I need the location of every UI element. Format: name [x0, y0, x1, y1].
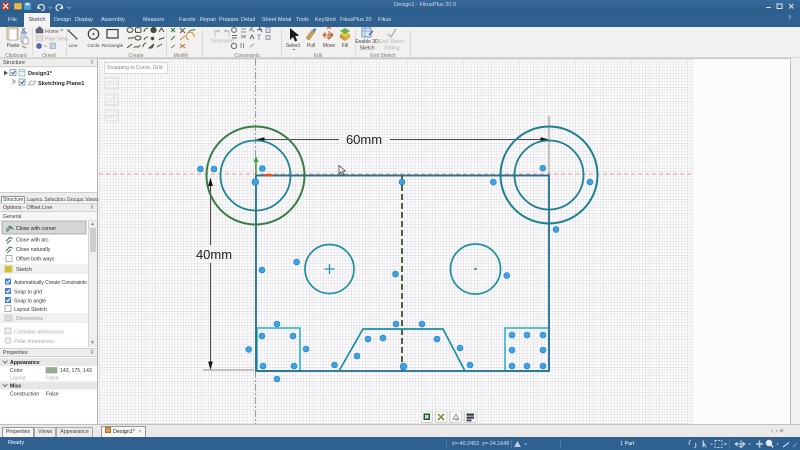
- svg-text:Design1*: Design1*: [28, 71, 53, 77]
- svg-text:Close naturally: Close naturally: [16, 247, 51, 253]
- svg-text:Pull: Pull: [307, 43, 315, 49]
- svg-text:Misc: Misc: [10, 384, 22, 390]
- svg-text:End Sketch: End Sketch: [379, 39, 405, 45]
- svg-text:Polar dimensions: Polar dimensions: [14, 339, 54, 345]
- svg-text:Home: Home: [45, 29, 59, 35]
- svg-text:Editing: Editing: [384, 46, 400, 52]
- svg-text:Plan View: Plan View: [45, 37, 68, 43]
- svg-text:Layout Sketch: Layout Sketch: [14, 307, 47, 313]
- svg-text:Dimensions: Dimensions: [16, 316, 44, 322]
- svg-text:Sketch: Sketch: [359, 46, 375, 52]
- svg-text:Circle: Circle: [87, 43, 100, 49]
- svg-text:Paste: Paste: [7, 43, 20, 49]
- svg-text:Color: Color: [10, 368, 23, 374]
- svg-text:Sketch: Sketch: [16, 267, 32, 273]
- svg-text:143, 175, 143: 143, 175, 143: [60, 368, 92, 374]
- svg-text:Cartesian dimensions: Cartesian dimensions: [14, 329, 64, 335]
- svg-text:Offset both ways: Offset both ways: [16, 257, 55, 263]
- svg-text:60mm: 60mm: [346, 132, 382, 147]
- svg-text:Fill: Fill: [342, 43, 348, 49]
- svg-text:Move: Move: [323, 43, 335, 49]
- svg-text:Rectangle: Rectangle: [102, 43, 124, 49]
- svg-text:Line: Line: [68, 43, 77, 49]
- svg-text:Close with arc: Close with arc: [16, 238, 49, 244]
- svg-text:Select: Select: [286, 43, 301, 49]
- svg-text:Automatically Create Constrain: Automatically Create Constraints: [14, 280, 87, 286]
- svg-text:Enable 3D: Enable 3D: [355, 39, 379, 45]
- svg-text:False: False: [46, 376, 59, 382]
- svg-text:40mm: 40mm: [196, 247, 232, 262]
- svg-text:Snap to angle: Snap to angle: [14, 298, 46, 304]
- svg-text:Appearance: Appearance: [10, 360, 40, 366]
- svg-text:Sketching Plane1: Sketching Plane1: [38, 81, 84, 87]
- svg-text:False: False: [46, 392, 59, 398]
- svg-text:Layout: Layout: [10, 376, 26, 382]
- svg-text:Snap to grid: Snap to grid: [14, 289, 42, 295]
- svg-text:Close with corner: Close with corner: [16, 226, 56, 232]
- svg-text:Construction: Construction: [10, 392, 39, 398]
- svg-text:Dimension: Dimension: [210, 39, 234, 45]
